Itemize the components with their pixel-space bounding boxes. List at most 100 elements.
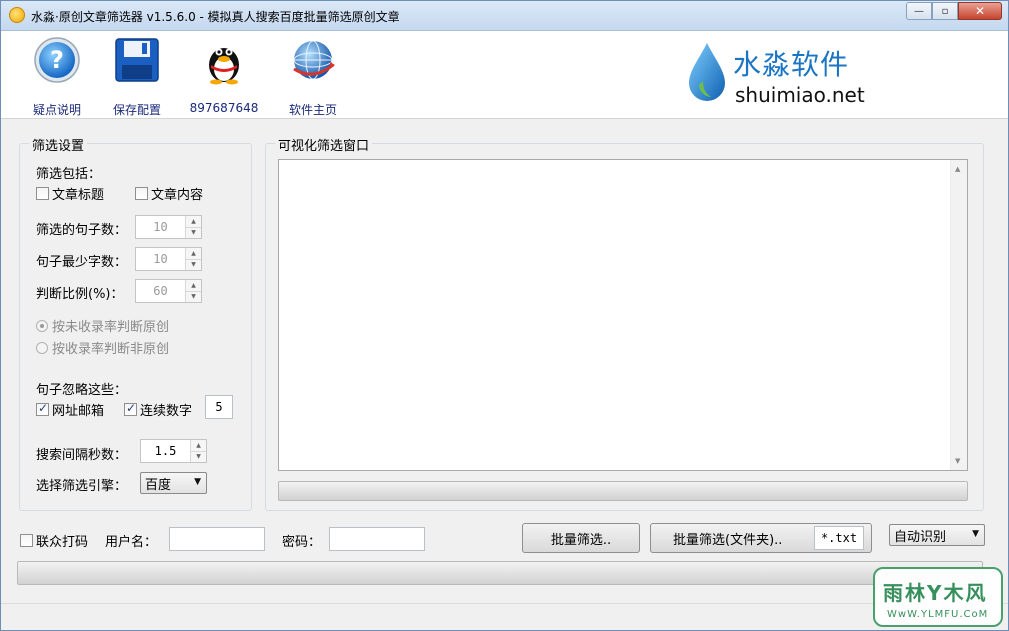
include-title-box — [36, 187, 49, 200]
judge-unindexed-radio[interactable]: 按未收录率判断原创 — [36, 316, 169, 335]
spin-up-icon[interactable]: ▲ — [186, 280, 201, 291]
ignore-url-email-box — [36, 401, 49, 416]
engine-selected-value: 百度 — [145, 477, 172, 493]
captcha-service-checkbox[interactable]: 联众打码 — [20, 531, 88, 550]
username-label: 用户名： — [105, 535, 158, 550]
sentence-count-label: 筛选的句子数： — [36, 223, 128, 238]
include-content-checkbox[interactable]: 文章内容 — [135, 184, 203, 203]
watermark-url: WwW.YLMFU.CoM — [887, 609, 989, 620]
ratio-label: 判断比例(%)： — [36, 287, 124, 302]
sentence-count-stepper[interactable]: 10 ▲ ▼ — [135, 215, 202, 239]
filter-settings-title: 筛选设置 — [29, 135, 88, 154]
brand-logo: 水淼软件 shuimiao.net — [685, 39, 885, 109]
spin-down-icon[interactable]: ▼ — [191, 450, 206, 462]
include-content-box — [135, 187, 148, 200]
save-icon — [115, 38, 159, 82]
maximize-button[interactable]: ▫ — [932, 2, 958, 20]
visual-pane-scrollbar[interactable]: ▲ ▼ — [950, 160, 967, 470]
ignore-digits-box — [124, 401, 137, 416]
judge-indexed-dot — [36, 341, 48, 354]
svg-text:?: ? — [50, 46, 64, 74]
spin-up-icon[interactable]: ▲ — [186, 248, 201, 259]
ratio-arrows[interactable]: ▲ ▼ — [185, 280, 201, 302]
judge-unindexed-label: 按未收录率判断原创 — [52, 320, 170, 335]
password-label: 密码： — [282, 535, 322, 550]
username-input[interactable] — [169, 527, 265, 551]
spin-down-icon[interactable]: ▼ — [186, 290, 201, 302]
toolbar-help-button[interactable]: ? 疑点说明 — [17, 35, 97, 118]
toolbar-homepage-label: 软件主页 — [288, 103, 337, 117]
include-content-label: 文章内容 — [151, 188, 204, 203]
engine-label: 选择筛选引擎： — [36, 479, 128, 494]
spin-down-icon[interactable]: ▼ — [186, 226, 201, 238]
detect-mode-select[interactable]: 自动识别 ▼ — [889, 524, 985, 546]
min-chars-arrows[interactable]: ▲ ▼ — [185, 248, 201, 270]
visual-window-title: 可视化筛选窗口 — [275, 135, 373, 154]
toolbar-homepage-button[interactable]: 软件主页 — [273, 35, 353, 118]
scroll-up-icon[interactable]: ▲ — [955, 165, 960, 173]
window-controls: — ▫ ✕ — [906, 2, 1002, 20]
engine-select[interactable]: 百度 ▼ — [140, 472, 207, 494]
chevron-down-icon: ▼ — [194, 477, 201, 487]
toolbar-qq-label: 897687648 — [189, 101, 259, 115]
water-drop-icon — [689, 43, 725, 101]
toolbar-qq-button[interactable]: 897687648 — [184, 35, 264, 115]
status-bar — [1, 603, 1008, 630]
judge-indexed-radio[interactable]: 按收录率判断非原创 — [36, 338, 169, 357]
interval-arrows[interactable]: ▲ ▼ — [190, 440, 206, 462]
ratio-stepper[interactable]: 60 ▲ ▼ — [135, 279, 202, 303]
spin-up-icon[interactable]: ▲ — [186, 216, 201, 227]
sentence-count-arrows[interactable]: ▲ ▼ — [185, 216, 201, 238]
toolbar-save-button[interactable]: 保存配置 — [97, 35, 177, 118]
help-icon: ? — [34, 37, 80, 83]
file-extension-input[interactable]: *.txt — [814, 526, 864, 550]
ignore-digits-label: 连续数字 — [140, 404, 193, 419]
site-watermark: 雨林Y木风 WwW.YLMFU.CoM — [873, 567, 1003, 627]
scroll-down-icon[interactable]: ▼ — [955, 457, 960, 465]
toolbar-save-label: 保存配置 — [112, 103, 161, 117]
interval-stepper[interactable]: 1.5 ▲ ▼ — [140, 439, 207, 463]
include-title-checkbox[interactable]: 文章标题 — [36, 184, 104, 203]
interval-value: 1.5 — [154, 444, 177, 458]
batch-folder-filter-label: 批量筛选(文件夹).. — [673, 532, 783, 548]
watermark-title: 雨林Y木风 — [883, 581, 988, 605]
filter-progress-bar — [278, 481, 968, 501]
include-title-label: 文章标题 — [52, 188, 105, 203]
ignore-url-email-checkbox[interactable]: 网址邮箱 — [36, 400, 104, 419]
title-bar: 水淼·原创文章筛选器 v1.5.6.0 - 模拟真人搜索百度批量筛选原创文章 —… — [1, 1, 1008, 31]
min-chars-value: 10 — [153, 252, 168, 266]
overall-progress-bar — [17, 561, 983, 585]
captcha-service-label: 联众打码 — [36, 535, 89, 550]
detect-mode-value: 自动识别 — [894, 529, 947, 545]
toolbar-help-label: 疑点说明 — [32, 103, 81, 117]
ratio-value: 60 — [153, 284, 168, 298]
globe-icon — [293, 40, 335, 80]
include-label: 筛选包括： — [36, 167, 102, 182]
visual-filter-pane[interactable]: ▲ ▼ — [278, 159, 968, 471]
min-chars-stepper[interactable]: 10 ▲ ▼ — [135, 247, 202, 271]
ignore-url-email-label: 网址邮箱 — [52, 404, 105, 419]
close-button[interactable]: ✕ — [958, 2, 1002, 20]
spin-down-icon[interactable]: ▼ — [186, 258, 201, 270]
chevron-down-icon: ▼ — [972, 529, 979, 539]
digits-count-input[interactable]: 5 — [205, 395, 233, 419]
spin-up-icon[interactable]: ▲ — [191, 440, 206, 451]
window-title: 水淼·原创文章筛选器 v1.5.6.0 - 模拟真人搜索百度批量筛选原创文章 — [31, 10, 400, 24]
toolbar: ? 疑点说明 保存配置 897687648 软件主页 水淼软件 shuimiao… — [1, 31, 1008, 119]
judge-indexed-label: 按收录率判断非原创 — [52, 342, 170, 357]
min-chars-label: 句子最少字数： — [36, 255, 128, 270]
brand-url: shuimiao.net — [735, 83, 865, 107]
password-input[interactable] — [329, 527, 425, 551]
app-window: 水淼·原创文章筛选器 v1.5.6.0 - 模拟真人搜索百度批量筛选原创文章 —… — [0, 0, 1009, 631]
qq-icon — [209, 48, 239, 85]
app-icon — [9, 7, 25, 23]
ignore-digits-checkbox[interactable]: 连续数字 — [124, 400, 192, 419]
batch-filter-button[interactable]: 批量筛选.. — [522, 523, 640, 553]
sentence-count-value: 10 — [153, 220, 168, 234]
ignore-label: 句子忽略这些： — [36, 383, 128, 398]
judge-unindexed-dot — [36, 319, 48, 332]
interval-label: 搜索间隔秒数： — [36, 448, 128, 463]
captcha-service-box — [20, 534, 33, 547]
minimize-button[interactable]: — — [906, 2, 932, 20]
brand-name: 水淼软件 — [733, 48, 850, 81]
